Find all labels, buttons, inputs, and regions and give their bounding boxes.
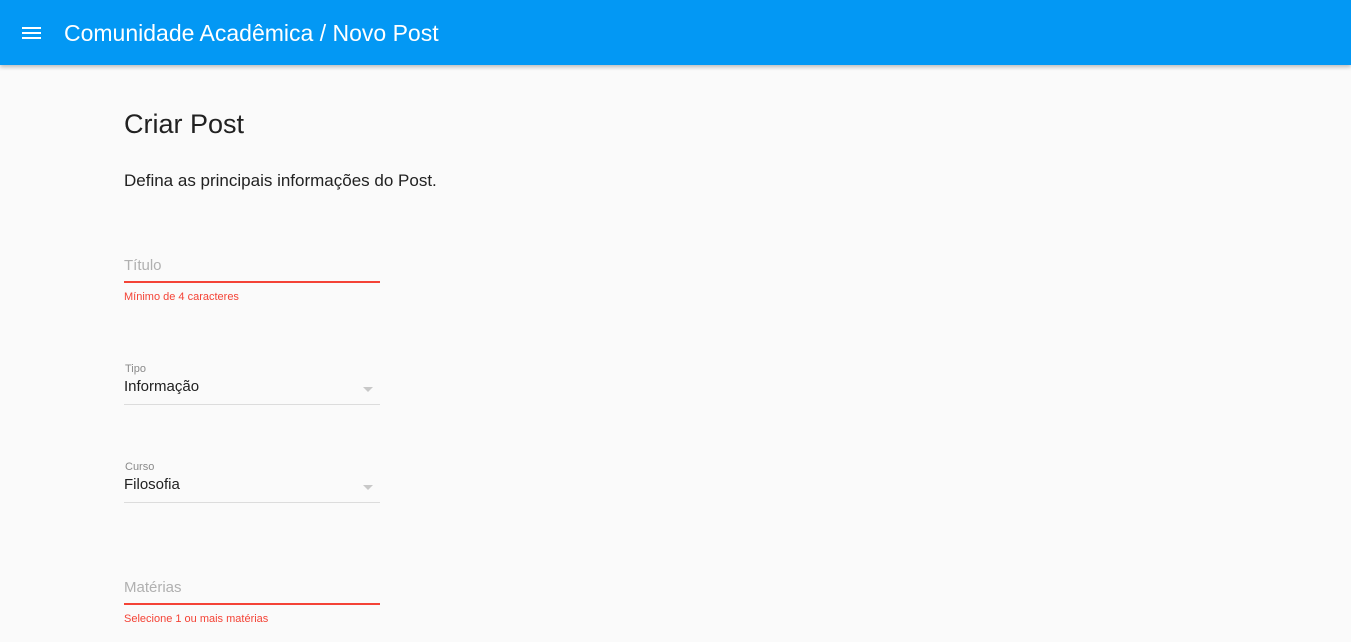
titulo-field[interactable]: Título Mínimo de 4 caracteres <box>124 256 380 306</box>
curso-label: Curso <box>125 461 155 473</box>
hamburger-menu-icon[interactable] <box>22 24 42 40</box>
materias-underline <box>124 603 380 605</box>
tipo-select[interactable]: Tipo Informação <box>124 362 380 407</box>
materias-error-message: Selecione 1 ou mais matérias <box>124 613 269 625</box>
curso-selected-value[interactable]: Filosofia <box>124 475 180 495</box>
menu-bar-line <box>22 27 41 29</box>
page-title: Criar Post <box>124 109 245 139</box>
curso-underline <box>124 502 380 503</box>
curso-select[interactable]: Curso Filosofia <box>124 460 380 505</box>
app-toolbar: Comunidade Acadêmica / Novo Post <box>0 0 1351 65</box>
materias-field[interactable]: Matérias Selecione 1 ou mais matérias <box>124 578 380 628</box>
menu-bar-line <box>22 32 41 34</box>
titulo-input[interactable]: Título <box>124 256 162 276</box>
tipo-underline <box>124 404 380 405</box>
page-subtitle: Defina as principais informações do Post… <box>124 171 437 190</box>
tipo-label: Tipo <box>125 363 146 375</box>
dropdown-arrow-icon[interactable] <box>363 387 373 392</box>
titulo-underline <box>124 281 380 283</box>
toolbar-title: Comunidade Acadêmica / Novo Post <box>64 20 439 46</box>
menu-bar-line <box>22 37 41 39</box>
titulo-error-message: Mínimo de 4 caracteres <box>124 291 239 303</box>
tipo-selected-value[interactable]: Informação <box>124 377 199 397</box>
materias-input[interactable]: Matérias <box>124 578 182 598</box>
dropdown-arrow-icon[interactable] <box>363 485 373 490</box>
